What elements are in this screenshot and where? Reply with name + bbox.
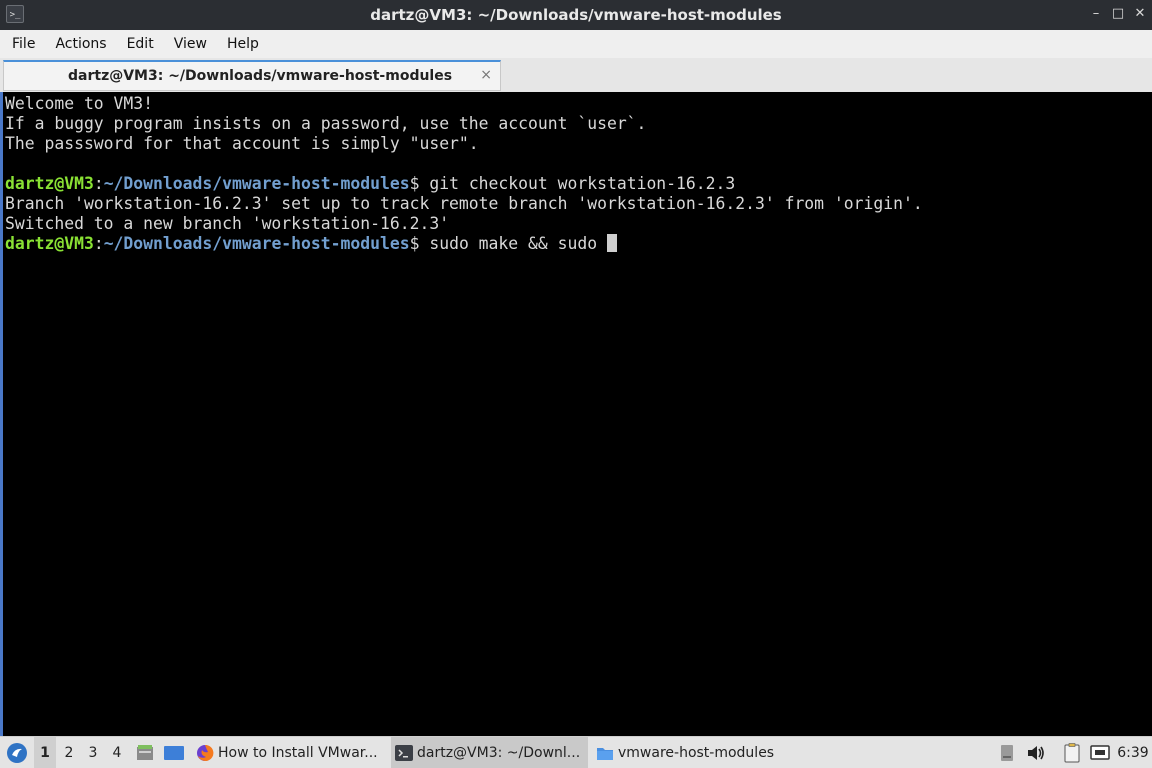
prompt-user: dartz@VM3 [5, 174, 94, 193]
menu-help[interactable]: Help [217, 30, 269, 58]
terminal-icon [395, 744, 413, 761]
clipboard-tray[interactable] [1060, 737, 1084, 768]
drive-icon [1001, 744, 1013, 761]
prompt-separator: : [93, 174, 104, 193]
menu-file[interactable]: File [0, 30, 45, 58]
terminal-prompt-line: dartz@VM3:~/Downloads/vmware-host-module… [5, 174, 735, 194]
firefox-icon [197, 744, 214, 761]
terminal-prompt-line: dartz@VM3:~/Downloads/vmware-host-module… [5, 234, 617, 254]
terminal-line: The passsword for that account is simply… [5, 134, 479, 153]
prompt-path: ~/Downloads/vmware-host-modules [103, 174, 410, 193]
terminal-cursor [606, 234, 617, 252]
file-manager-icon [137, 744, 153, 760]
workspace-4[interactable]: 4 [106, 737, 128, 768]
terminal-app-icon: >_ [6, 5, 24, 23]
desktop-icon [164, 745, 184, 760]
prompt-command: $ sudo make && sudo [409, 234, 607, 253]
speaker-icon [1028, 745, 1044, 760]
taskbar: 1 2 3 4 How to Install VMwar... dartz@VM… [0, 736, 1152, 768]
maximize-button[interactable]: □ [1110, 6, 1126, 22]
task-label: dartz@VM3: ~/Downl... [417, 744, 581, 761]
volume-control[interactable] [1024, 737, 1048, 768]
terminal-output[interactable]: Welcome to VM3! If a buggy program insis… [0, 92, 1152, 736]
show-desktop-button[interactable] [162, 737, 186, 768]
terminal-tab[interactable]: dartz@VM3: ~/Downloads/vmware-host-modul… [3, 60, 501, 91]
workspace-2[interactable]: 2 [58, 737, 80, 768]
app-menu-icon [7, 742, 27, 763]
task-label: vmware-host-modules [618, 744, 775, 761]
task-label: How to Install VMwar... [218, 744, 378, 761]
menu-edit[interactable]: Edit [117, 30, 164, 58]
terminal-line: Switched to a new branch 'workstation-16… [5, 214, 450, 233]
menu-bar: File Actions Edit View Help [0, 30, 1152, 58]
tab-bar: dartz@VM3: ~/Downloads/vmware-host-modul… [0, 58, 1152, 92]
menu-view[interactable]: View [164, 30, 217, 58]
close-window-button[interactable]: ✕ [1132, 6, 1148, 22]
prompt-user: dartz@VM3 [5, 234, 94, 253]
workspace-3[interactable]: 3 [82, 737, 104, 768]
window-titlebar[interactable]: >_ dartz@VM3: ~/Downloads/vmware-host-mo… [0, 0, 1152, 30]
task-firefox[interactable]: How to Install VMwar... [192, 737, 388, 768]
tab-close-icon[interactable]: × [480, 67, 492, 83]
network-icon [1090, 744, 1110, 760]
start-menu-button[interactable] [4, 737, 30, 768]
network-tray[interactable] [1088, 737, 1112, 768]
tab-label: dartz@VM3: ~/Downloads/vmware-host-modul… [68, 68, 453, 84]
terminal-line: If a buggy program insists on a password… [5, 114, 647, 133]
menu-actions[interactable]: Actions [45, 30, 116, 58]
terminal-line: Branch 'workstation-16.2.3' set up to tr… [5, 194, 923, 213]
prompt-path: ~/Downloads/vmware-host-modules [103, 234, 410, 253]
terminal-line: Welcome to VM3! [5, 94, 154, 113]
folder-icon [597, 747, 613, 760]
minimize-button[interactable]: – [1088, 6, 1104, 22]
prompt-command: $ git checkout workstation-16.2.3 [409, 174, 736, 193]
clipboard-icon [1064, 742, 1080, 762]
window-title: dartz@VM3: ~/Downloads/vmware-host-modul… [370, 6, 782, 24]
task-file-manager[interactable]: vmware-host-modules [592, 737, 792, 768]
prompt-separator: : [93, 234, 104, 253]
removable-drive-tray[interactable] [998, 737, 1016, 768]
workspace-1[interactable]: 1 [34, 737, 56, 768]
clock[interactable]: 6:39 [1116, 737, 1150, 768]
file-manager-launcher[interactable] [134, 737, 156, 768]
task-terminal[interactable]: dartz@VM3: ~/Downl... [391, 737, 588, 768]
